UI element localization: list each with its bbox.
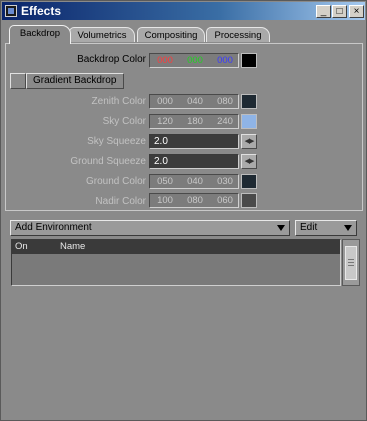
grip-line bbox=[348, 259, 354, 260]
tab-compositing[interactable]: Compositing bbox=[137, 27, 205, 42]
environment-list[interactable]: On Name bbox=[11, 239, 341, 286]
column-on[interactable]: On bbox=[15, 240, 28, 254]
tab-bar: Backdrop Volumetrics Compositing Process… bbox=[1, 23, 366, 45]
ground-color-swatch[interactable] bbox=[241, 174, 257, 189]
nadir-red-value[interactable]: 100 bbox=[152, 195, 178, 206]
ground-green-value[interactable]: 040 bbox=[182, 176, 208, 187]
backdrop-color-swatch[interactable] bbox=[241, 53, 257, 68]
close-icon: × bbox=[353, 6, 360, 17]
sky-blue-value[interactable]: 240 bbox=[212, 116, 238, 127]
app-icon bbox=[5, 5, 17, 17]
sky-squeeze-label: Sky Squeeze bbox=[87, 136, 146, 147]
backdrop-panel: Backdrop Color 000 000 000 Gradient Back… bbox=[5, 43, 363, 211]
minimize-button[interactable]: _ bbox=[316, 5, 331, 18]
ground-blue-value[interactable]: 030 bbox=[212, 176, 238, 187]
backdrop-color-field[interactable]: 000 000 000 bbox=[149, 53, 239, 68]
grip-line bbox=[348, 262, 354, 263]
zenith-color-swatch[interactable] bbox=[241, 94, 257, 109]
sky-color-label: Sky Color bbox=[102, 116, 146, 127]
tab-backdrop[interactable]: Backdrop bbox=[9, 25, 71, 44]
scrollbar-thumb[interactable] bbox=[345, 246, 357, 280]
backdrop-blue-value[interactable]: 000 bbox=[212, 55, 238, 66]
title-bar[interactable]: Effects _ □ × bbox=[2, 2, 365, 20]
nadir-color-field[interactable]: 100 080 060 bbox=[149, 193, 239, 208]
minimize-icon: _ bbox=[320, 6, 327, 17]
tab-processing[interactable]: Processing bbox=[206, 27, 270, 42]
sky-squeeze-spin-button[interactable]: ◀▶ bbox=[241, 134, 257, 149]
ground-color-label: Ground Color bbox=[85, 176, 146, 187]
sky-squeeze-input[interactable]: 2.0 bbox=[149, 134, 239, 149]
edit-dropdown[interactable]: Edit bbox=[295, 220, 357, 236]
tab-volumetrics[interactable]: Volumetrics bbox=[69, 27, 135, 42]
zenith-color-label: Zenith Color bbox=[91, 96, 146, 107]
edit-label: Edit bbox=[300, 222, 318, 233]
zenith-red-value[interactable]: 000 bbox=[152, 96, 178, 107]
ground-red-value[interactable]: 050 bbox=[152, 176, 178, 187]
environment-list-scrollbar[interactable] bbox=[342, 239, 360, 286]
spin-arrows-icon: ◀▶ bbox=[244, 158, 255, 165]
effects-window: Effects _ □ × Backdrop Volumetrics Compo… bbox=[0, 0, 367, 421]
window-title: Effects bbox=[21, 4, 62, 18]
sky-color-field[interactable]: 120 180 240 bbox=[149, 114, 239, 129]
backdrop-red-value[interactable]: 000 bbox=[152, 55, 178, 66]
gradient-backdrop-checkbox[interactable] bbox=[10, 73, 26, 89]
add-environment-dropdown[interactable]: Add Environment bbox=[10, 220, 290, 236]
sky-color-swatch[interactable] bbox=[241, 114, 257, 129]
ground-color-field[interactable]: 050 040 030 bbox=[149, 174, 239, 189]
nadir-color-swatch[interactable] bbox=[241, 193, 257, 208]
spin-arrows-icon: ◀▶ bbox=[244, 138, 255, 145]
nadir-color-label: Nadir Color bbox=[95, 196, 146, 207]
backdrop-green-value[interactable]: 000 bbox=[182, 55, 208, 66]
ground-squeeze-input[interactable]: 2.0 bbox=[149, 154, 239, 169]
chevron-down-icon bbox=[344, 225, 352, 231]
sky-red-value[interactable]: 120 bbox=[152, 116, 178, 127]
zenith-blue-value[interactable]: 080 bbox=[212, 96, 238, 107]
chevron-down-icon bbox=[277, 225, 285, 231]
grip-line bbox=[348, 265, 354, 266]
maximize-icon: □ bbox=[336, 6, 343, 17]
zenith-green-value[interactable]: 040 bbox=[182, 96, 208, 107]
nadir-green-value[interactable]: 080 bbox=[182, 195, 208, 206]
add-environment-label: Add Environment bbox=[15, 222, 92, 233]
ground-squeeze-label: Ground Squeeze bbox=[70, 156, 146, 167]
sky-green-value[interactable]: 180 bbox=[182, 116, 208, 127]
zenith-color-field[interactable]: 000 040 080 bbox=[149, 94, 239, 109]
maximize-button[interactable]: □ bbox=[332, 5, 347, 18]
backdrop-color-label: Backdrop Color bbox=[77, 54, 146, 65]
ground-squeeze-spin-button[interactable]: ◀▶ bbox=[241, 154, 257, 169]
gradient-backdrop-button[interactable]: Gradient Backdrop bbox=[26, 73, 124, 89]
nadir-blue-value[interactable]: 060 bbox=[212, 195, 238, 206]
environment-list-header: On Name bbox=[12, 240, 340, 254]
column-name[interactable]: Name bbox=[60, 240, 85, 254]
close-button[interactable]: × bbox=[349, 5, 364, 18]
